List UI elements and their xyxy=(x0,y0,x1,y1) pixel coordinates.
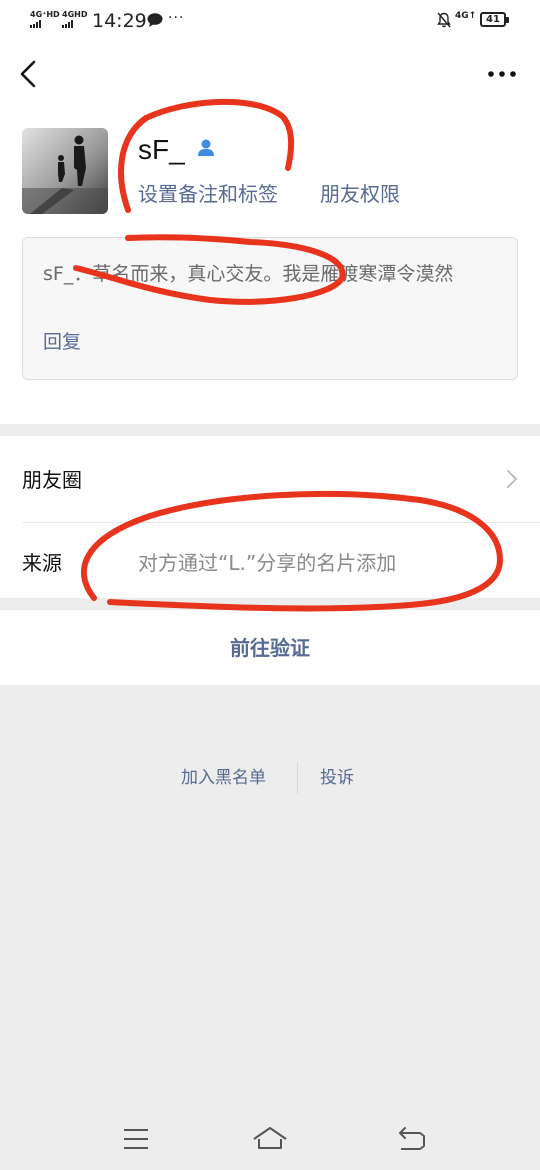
row-divider xyxy=(22,522,540,523)
back-chevron-icon[interactable] xyxy=(14,56,44,92)
set-remark-link[interactable]: 设置备注和标签 xyxy=(138,180,278,208)
home-icon[interactable] xyxy=(250,1122,290,1156)
go-verify-button[interactable]: 前往验证 xyxy=(0,634,540,662)
add-to-blacklist-link[interactable]: 加入黑名单 xyxy=(181,766,266,790)
chevron-right-icon xyxy=(507,470,517,488)
network-indicator: 4G↑ xyxy=(455,11,477,21)
battery-indicator: 41 xyxy=(480,12,509,27)
sim1-signal: 4G⁺HD xyxy=(30,10,60,28)
back-icon[interactable] xyxy=(392,1122,432,1156)
nickname: sF_ xyxy=(138,134,185,165)
friend-permission-link[interactable]: 朋友权限 xyxy=(320,180,400,208)
sim2-signal: 4GHD xyxy=(62,10,87,28)
moment-text: sF_：草名而来，真心交友。我是雁渡寒潭令漠然 xyxy=(43,263,454,285)
source-value: 对方通过“L.”分享的名片添加 xyxy=(138,551,397,575)
sim1-label: 4G⁺HD xyxy=(30,10,60,19)
chat-bubble-icon xyxy=(147,13,163,27)
moments-row[interactable]: 朋友圈 xyxy=(0,436,540,523)
avatar[interactable] xyxy=(22,128,108,214)
bell-muted-icon xyxy=(437,12,451,28)
moments-label: 朋友圈 xyxy=(22,468,82,492)
bottom-divider xyxy=(297,762,298,794)
more-dots-icon[interactable] xyxy=(484,62,520,86)
status-more-indicator: ··· xyxy=(168,10,185,26)
report-link[interactable]: 投诉 xyxy=(320,766,354,790)
moment-card[interactable]: sF_：草名而来，真心交友。我是雁渡寒潭令漠然 回复 xyxy=(22,237,518,380)
source-label: 来源 xyxy=(22,551,62,575)
status-time: 14:29 xyxy=(92,10,147,32)
verify-section: 前往验证 xyxy=(0,610,540,685)
person-icon xyxy=(198,139,214,156)
info-list: 朋友圈 来源 对方通过“L.”分享的名片添加 xyxy=(0,436,540,598)
reply-link[interactable]: 回复 xyxy=(43,330,81,354)
sim2-label: 4GHD xyxy=(62,10,88,19)
status-bar: 4G⁺HD 4GHD 14:29 ··· 4G↑ 41 xyxy=(0,0,540,44)
menu-icon[interactable] xyxy=(116,1122,156,1156)
